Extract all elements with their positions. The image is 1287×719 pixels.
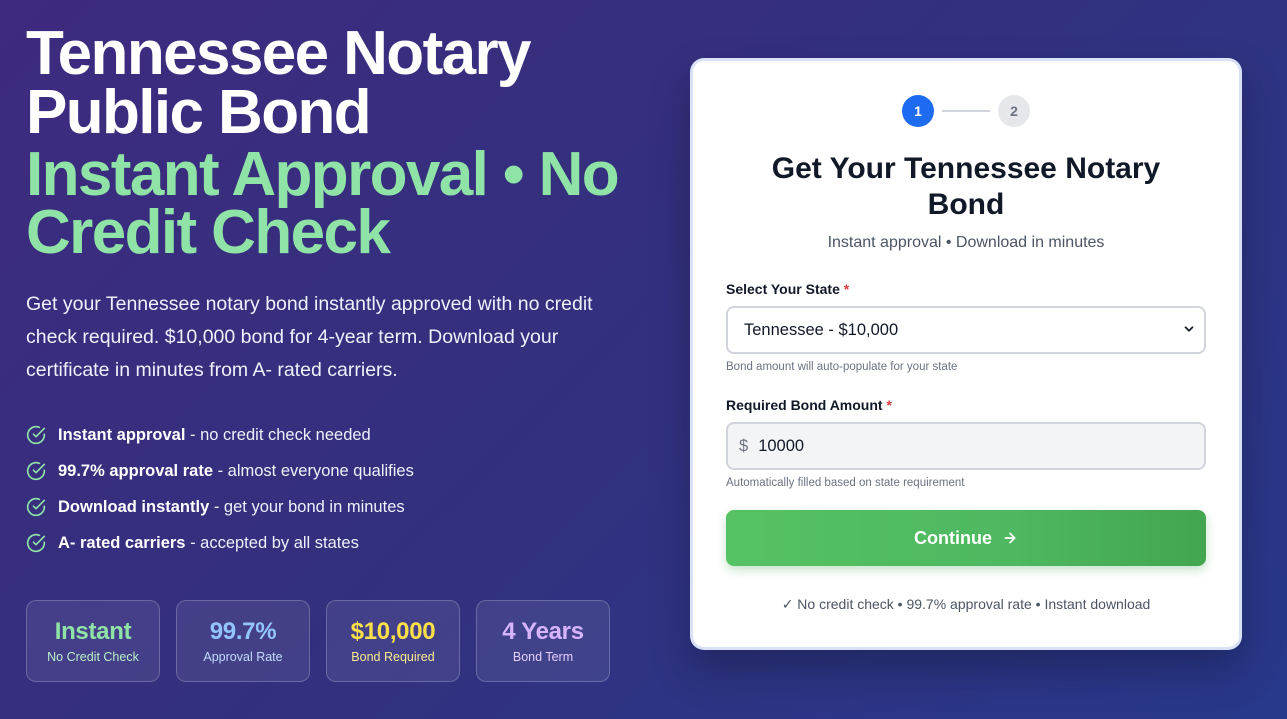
- bond-amount-value: 10000: [758, 436, 805, 455]
- feature-text: - no credit check needed: [185, 425, 371, 444]
- feature-text: - get your bond in minutes: [209, 497, 405, 516]
- feature-bold: Instant approval: [58, 425, 186, 444]
- bond-amount-field[interactable]: $ 10000: [726, 422, 1206, 470]
- stat-card-approval: 99.7% Approval Rate: [176, 600, 310, 682]
- feature-bold: A- rated carriers: [58, 533, 186, 552]
- page-title: Tennessee Notary Public Bond: [26, 19, 532, 147]
- state-select-value: Tennessee - $10,000: [744, 320, 899, 339]
- chevron-down-icon: [1184, 326, 1194, 332]
- feature-item: 99.7% approval rate - almost everyone qu…: [26, 453, 646, 489]
- form-title: Get Your Tennessee Notary Bond: [771, 152, 1161, 221]
- check-circle-icon: [26, 533, 46, 553]
- stat-label: Bond Required: [351, 650, 435, 664]
- arrow-right-icon: [1004, 532, 1016, 544]
- continue-button[interactable]: Continue: [726, 510, 1206, 566]
- step-2: 2: [998, 95, 1030, 127]
- stat-value: 4 Years: [502, 618, 584, 645]
- feature-text: - almost everyone qualifies: [213, 461, 414, 480]
- stat-label: No Credit Check: [47, 650, 139, 664]
- continue-label: Continue: [914, 527, 992, 548]
- amount-label-text: Required Bond Amount: [726, 397, 883, 413]
- amount-label: Required Bond Amount *: [726, 397, 892, 413]
- hero-description: Get your Tennessee notary bond instantly…: [26, 293, 593, 381]
- check-circle-icon: [26, 461, 46, 481]
- trust-line: ✓ No credit check • 99.7% approval rate …: [781, 596, 1151, 612]
- state-label: Select Your State *: [726, 281, 849, 297]
- currency-symbol: $: [739, 436, 749, 455]
- page-highlight: Instant Approval • No Credit Check: [26, 140, 620, 267]
- stat-card-term: 4 Years Bond Term: [476, 600, 610, 682]
- stat-value: Instant: [54, 618, 132, 645]
- stat-label: Bond Term: [512, 650, 574, 664]
- state-select[interactable]: Tennessee - $10,000: [726, 306, 1206, 354]
- feature-item: Download instantly - get your bond in mi…: [26, 489, 646, 525]
- stat-card-instant: Instant No Credit Check: [26, 600, 160, 682]
- bond-form-card: 1 2 Get Your Tennessee Notary Bond Insta…: [690, 58, 1242, 650]
- feature-list: Instant approval - no credit check neede…: [26, 417, 646, 561]
- hero-section: Tennessee Notary Public Bond Instant App…: [26, 19, 646, 561]
- state-label-text: Select Your State: [726, 281, 840, 297]
- required-mark: *: [843, 281, 850, 297]
- step-indicator: 1 2: [693, 95, 1239, 127]
- feature-item: A- rated carriers - accepted by all stat…: [26, 525, 646, 561]
- feature-bold: 99.7% approval rate: [58, 461, 213, 480]
- stats-row: Instant No Credit Check 99.7% Approval R…: [26, 600, 610, 682]
- form-subtitle: Instant approval • Download in minutes: [827, 234, 1105, 251]
- check-circle-icon: [26, 425, 46, 445]
- feature-item: Instant approval - no credit check neede…: [26, 417, 646, 453]
- stat-value: 99.7%: [209, 618, 277, 645]
- step-connector: [942, 110, 990, 112]
- state-hint: Bond amount will auto-populate for your …: [726, 361, 958, 373]
- check-circle-icon: [26, 497, 46, 517]
- step-1: 1: [902, 95, 934, 127]
- stat-label: Approval Rate: [203, 650, 283, 664]
- feature-text: - accepted by all states: [185, 533, 359, 552]
- feature-bold: Download instantly: [58, 497, 210, 516]
- amount-hint: Automatically filled based on state requ…: [726, 477, 965, 489]
- stat-value: $10,000: [350, 618, 436, 645]
- stat-card-bond: $10,000 Bond Required: [326, 600, 460, 682]
- required-mark: *: [886, 397, 892, 413]
